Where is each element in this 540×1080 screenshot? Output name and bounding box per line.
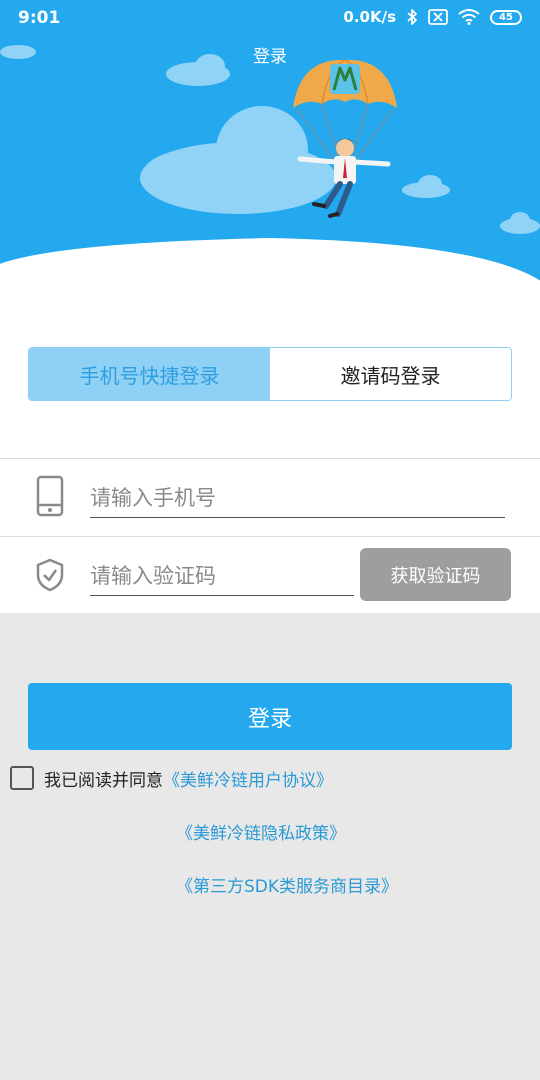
phone-input[interactable] xyxy=(90,478,505,518)
bluetooth-icon xyxy=(406,8,418,26)
agreement-row: 我已阅读并同意 《美鲜冷链用户协议》 xyxy=(10,764,333,792)
battery-level: 45 xyxy=(499,11,513,23)
battery-icon: 45 xyxy=(490,9,522,25)
divider xyxy=(0,536,540,537)
phone-icon xyxy=(33,474,67,518)
third-party-sdk-link[interactable]: 《第三方SDK类服务商目录》 xyxy=(176,872,398,897)
agree-checkbox[interactable] xyxy=(10,766,34,790)
shield-check-icon xyxy=(33,553,67,597)
wifi-icon xyxy=(458,9,480,25)
tab-phone-quick-login[interactable]: 手机号快捷登录 xyxy=(29,348,270,400)
network-speed: 0.0K/s xyxy=(343,8,396,26)
divider xyxy=(0,458,540,459)
header: 登录 xyxy=(0,38,540,300)
status-bar: 9:01 0.0K/s 45 xyxy=(0,0,540,38)
sim-x-icon xyxy=(428,9,448,25)
parachute-illustration xyxy=(0,45,540,300)
tab-invite-code-login[interactable]: 邀请码登录 xyxy=(270,348,511,400)
agreement-prefix: 我已阅读并同意 xyxy=(44,770,163,791)
user-agreement-link[interactable]: 《美鲜冷链用户协议》 xyxy=(163,766,333,791)
privacy-policy-link[interactable]: 《美鲜冷链隐私政策》 xyxy=(176,819,346,844)
verification-code-input[interactable] xyxy=(90,556,354,596)
get-code-button[interactable]: 获取验证码 xyxy=(360,548,511,601)
page-title: 登录 xyxy=(253,47,287,67)
status-time: 9:01 xyxy=(18,8,61,28)
cloud-icon xyxy=(0,45,540,234)
login-mode-tabs: 手机号快捷登录 邀请码登录 xyxy=(28,347,512,401)
login-button[interactable]: 登录 xyxy=(28,683,512,750)
status-right: 0.0K/s 45 xyxy=(343,8,522,26)
login-form: 手机号快捷登录 邀请码登录 获取验证码 xyxy=(0,300,540,613)
